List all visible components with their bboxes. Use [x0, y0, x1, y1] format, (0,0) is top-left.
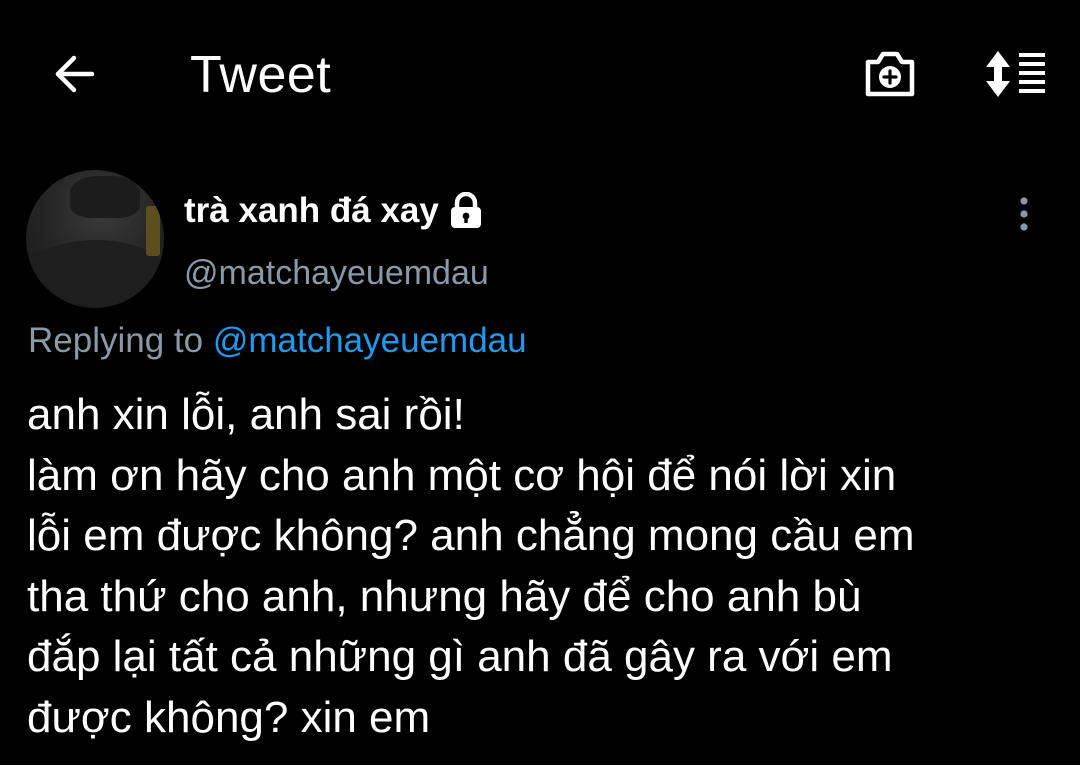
- sort-list-icon: [983, 48, 1049, 105]
- more-vertical-icon: [1017, 194, 1031, 239]
- tweet-text-line: được không? xin em: [27, 692, 431, 742]
- avatar[interactable]: [26, 170, 164, 308]
- tweet-text-line: anh xin lỗi, anh sai rồi!: [27, 390, 465, 439]
- tweet-text-line: đắp lại tất cả những gì anh đã gây ra vớ…: [27, 632, 893, 681]
- camera-button[interactable]: [858, 46, 922, 106]
- sort-button[interactable]: [980, 46, 1052, 106]
- author-name-row[interactable]: trà xanh đá xay: [184, 188, 485, 234]
- replying-to-label: Replying to: [28, 321, 204, 360]
- tweet-text-line: làm ơn hãy cho anh một cơ hội để nói lời…: [27, 450, 897, 500]
- author-handle[interactable]: @matchayeuemdau: [184, 250, 489, 296]
- avatar-figure: [26, 240, 164, 308]
- arrow-left-icon: [52, 54, 96, 99]
- avatar-background-detail: [146, 206, 160, 256]
- replying-to-line: Replying to @matchayeuemdau: [28, 318, 527, 364]
- reply-mention-link[interactable]: @matchayeuemdau: [213, 321, 527, 360]
- lock-icon: [447, 191, 485, 231]
- more-options-button[interactable]: [1004, 192, 1044, 240]
- author-display-name: trà xanh đá xay: [184, 191, 439, 230]
- top-app-bar: Tweet: [0, 0, 1080, 150]
- tweet-text: anh xin lỗi, anh sai rồi! làm ơn hãy cho…: [27, 385, 1077, 748]
- tweet-text-line: lỗi em được không? anh chẳng mong cầu em: [27, 511, 915, 560]
- page-title: Tweet: [190, 46, 332, 104]
- back-button[interactable]: [46, 48, 102, 104]
- avatar-hair: [70, 176, 140, 218]
- camera-add-icon: [862, 48, 918, 105]
- tweet-text-line: tha thứ cho anh, nhưng hãy để cho anh bù: [27, 571, 862, 621]
